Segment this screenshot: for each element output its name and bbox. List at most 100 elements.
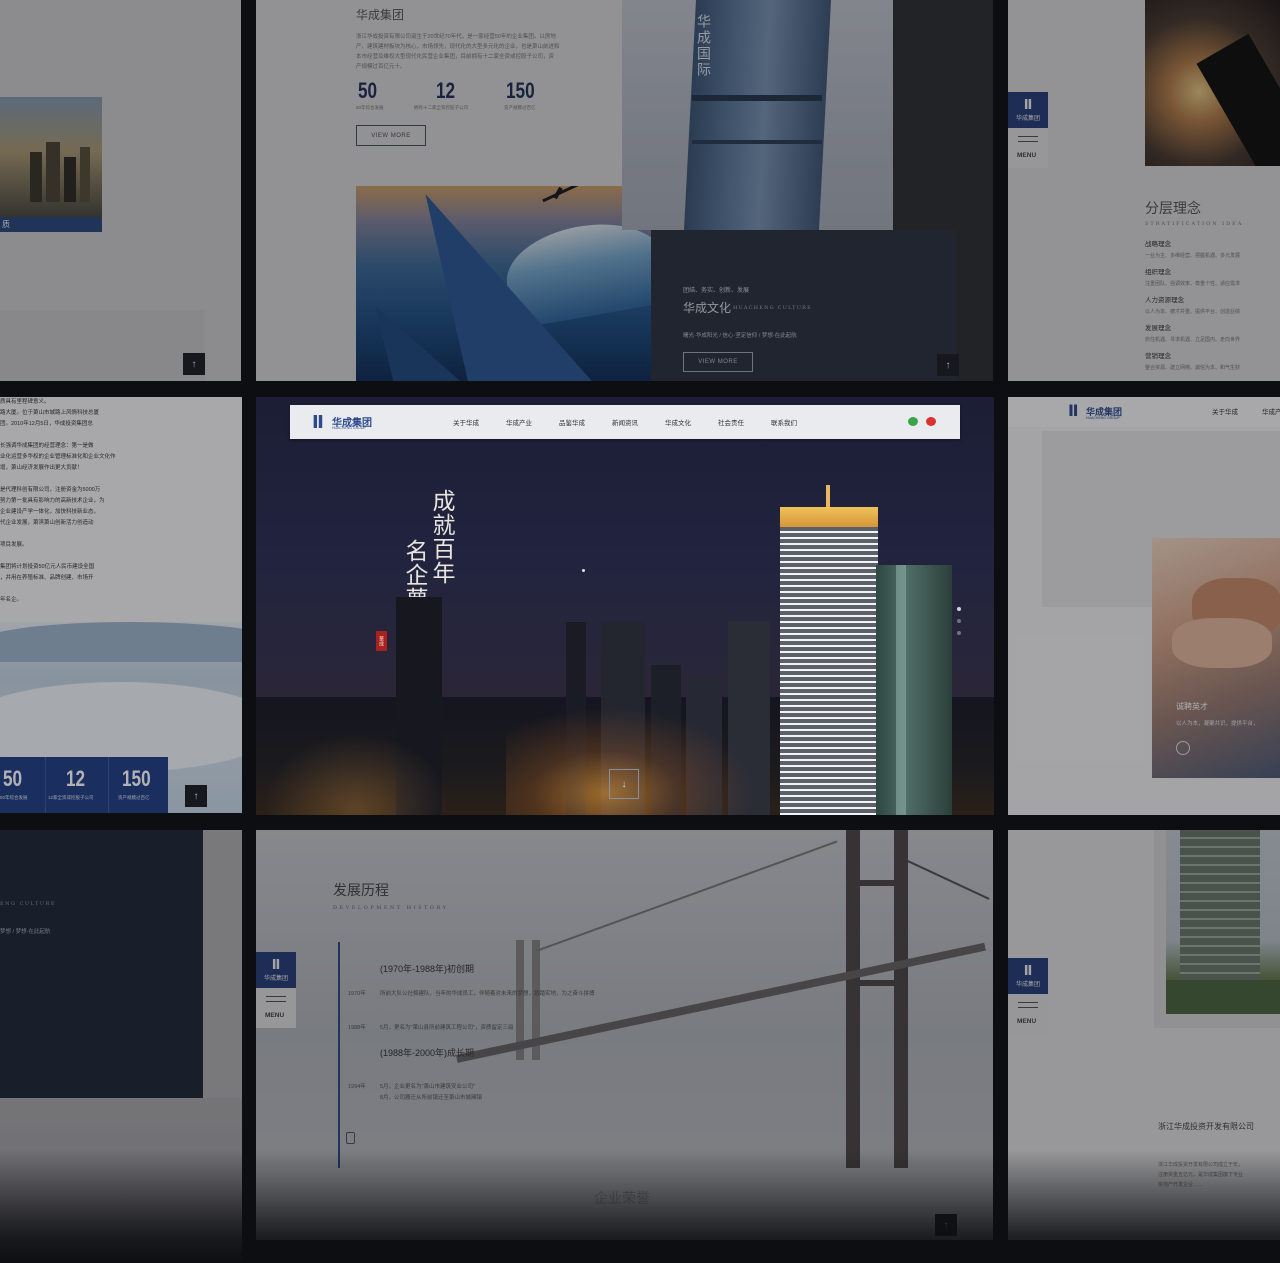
culture-tagline: 团结、务实、创新、发展 [683,288,750,294]
stat-number: 150 [506,78,535,103]
stat-label: 12家全资或控股子公司 [48,795,94,800]
moon [582,569,585,572]
side-menu-tab[interactable]: Ⅱ 华成集团 MENU [1008,92,1048,168]
logo-icon: Ⅱ [271,957,281,972]
menu-logo: Ⅱ 华成集团 [1008,958,1048,994]
history-text: 质具有里程碑意义。 路大厦。位于萧山市城路上风情科技总厦 团。2010年12月5… [0,399,116,603]
culture-en: HUACHENG CULTURE [733,305,812,311]
arrow-down-icon: ↓ [621,778,627,790]
sky-strip [0,1098,242,1263]
history-en: DEVELOPMENT HISTORY [333,905,449,911]
honor-title: 企业荣誉 [594,1190,650,1206]
wechat-icon[interactable] [908,417,918,426]
history-title: 发展历程 [333,882,389,898]
stat-number: 50 [3,766,23,791]
recruit-more-icon[interactable] [1176,741,1190,755]
nav-item[interactable]: 新闻资讯 [612,417,638,427]
sunset-photo [1145,0,1280,166]
event-year: 1970年 [348,991,366,997]
logo-icon: Ⅱ [312,412,324,432]
tower-sign: 华成国际 [696,14,712,78]
city-photo-caption: 质 [2,220,10,229]
arrow-up-icon: ↑ [193,790,199,802]
culture-motto: 曙光·华成阳光 / 信心·坚定信仰 / 梦想·在此起航 [683,333,797,339]
timeline-line [338,942,340,1168]
menu-label: MENU [1017,152,1037,159]
nav-item[interactable]: 华成文化 [665,417,691,427]
back-to-top-button[interactable]: ↑ [185,785,207,807]
stat-label: 50年综合发展 [356,105,384,110]
recruit-card[interactable]: 诚聘英才 以人为本，凝聚共识，提供平台， [1152,538,1280,778]
tile-top-right: Ⅱ 华成集团 MENU 分层理念 STRATIFICATION IDEA 战略理… [1008,0,1280,381]
city-photo-caption-bar: 质 [0,217,102,232]
intro-title: 华成集团 [356,8,405,22]
culture-motto: 梦想 / 梦想·在此起航 [0,929,51,935]
nav-item[interactable]: 品鉴华成 [559,417,585,427]
event-text: 5月，更名为"萧山县所前建筑工程公司"，资质留定三级 [380,1025,514,1031]
company-name: 浙江华成投资开发有限公司 [1158,1122,1254,1131]
sailing-photo [356,186,651,381]
apartment-photo [1166,830,1280,1014]
tile-bottom-left: ENG CULTURE 梦想 / 梦想·在此起航 [0,830,242,1263]
nav-item[interactable]: 关于华成 [453,417,479,427]
logo-icon: Ⅱ [1023,97,1033,112]
tile-middle-right: Ⅱ 华成集团 HUACHENG GROUP 关于华成 华成产 诚聘英才 以人为本… [1008,397,1280,815]
nav-item[interactable]: 华成产业 [506,417,532,427]
right-navbar: Ⅱ 华成集团 HUACHENG GROUP 关于华成 华成产 [1008,397,1280,427]
tile-bottom-right: Ⅱ 华成集团 MENU 浙江华成投资开发有限公司 浙江华成投资开发有限公司成立于… [1008,830,1280,1240]
recruit-desc: 以人为本，凝聚共识，提供平台， [1176,721,1259,727]
culture-title: 华成文化 [683,301,732,315]
slide-dots[interactable] [956,607,962,647]
lit-tower [780,485,878,815]
side-menu-tab[interactable]: Ⅱ 华成集团 MENU [1008,958,1048,1034]
side-menu-tab[interactable]: Ⅱ 华成集团 MENU [256,952,296,1028]
event-year: 1988年 [348,1025,366,1031]
weibo-icon[interactable] [926,417,936,426]
stat-label: 50年综合发展 [0,795,28,800]
arrow-up-icon: ↑ [191,358,197,370]
nav-item[interactable]: 关于华成 [1212,406,1238,416]
back-to-top-button[interactable]: ↑ [935,1214,957,1236]
event-text: 8月，公司搬迁从所前镇迁至萧山市城厢镇 [380,1095,483,1101]
tile-hero: Ⅱ 华成集团 HUACHENG GROUP 关于华成 华成产业 品鉴华成 新闻资… [256,397,994,815]
dark-culture-panel: ENG CULTURE 梦想 / 梦想·在此起航 [0,830,203,1098]
event-year: 1994年 [348,1084,366,1090]
back-to-top-button[interactable]: ↑ [183,353,205,375]
tile-top-center: 华成集团 浙江华成投资有限公司诞生于20世纪70年代，是一家经营50年的企业集团… [256,0,993,381]
logo-icon: Ⅱ [1068,403,1079,420]
event-text: 5月，企业更名为"萧山市建筑安业公司" [380,1084,475,1090]
culture-panel: 团结、务实、创新、发展 华成文化 HUACHENG CULTURE 曙光·华成阳… [651,230,956,381]
stat-number: 12 [66,766,86,791]
culture-en: ENG CULTURE [0,901,57,907]
menu-label: MENU [265,1012,285,1019]
back-to-top-button[interactable]: ↑ [937,354,959,376]
logo-icon: Ⅱ [1023,963,1033,978]
scroll-handle[interactable] [346,1132,355,1144]
nav-item[interactable]: 社会责任 [718,417,744,427]
stats-bar: 50 50年综合发展 12 12家全资或控股子公司 150 资产规模过百亿 [0,757,168,813]
stratification-title: 分层理念 [1145,200,1201,216]
era-title: (1970年-1988年)初创期 [380,964,475,974]
stat-number: 50 [358,78,378,103]
nav-item[interactable]: 华成产 [1262,406,1280,416]
tile-history: 发展历程 DEVELOPMENT HISTORY (1970年-1988年)初创… [256,830,993,1240]
stratification-list: 战略理念 一业为主、多维经营、把握机遇、多元发展 组织理念 注重团队、强调效率、… [1145,241,1241,371]
city-photo [0,97,102,217]
view-more-button[interactable]: VIEW MORE [356,125,426,146]
event-text: 所前大队公社棉建队，当年的华成员工，伴随着对未来的梦想，踏踏实地，为之奋斗拼搏 [380,991,595,997]
tower-photo: 华成国际 [622,0,893,230]
menu-label: MENU [1017,1018,1037,1025]
arrow-up-icon: ↑ [943,1219,949,1231]
scroll-down-indicator[interactable]: ↓ [609,769,639,799]
nav-item[interactable]: 联系我们 [771,417,797,427]
stat-label: 资产规模过百亿 [118,795,150,800]
logo[interactable]: Ⅱ 华成集团 HUACHENG GROUP [312,412,392,434]
culture-view-more-button[interactable]: VIEW MORE [683,352,753,372]
stats-row: 50 50年综合发展 12 拥有十二家全资控股子公司 150 资产规模过百亿 [356,78,616,118]
bridge-photo [456,830,993,1168]
menu-logo: Ⅱ 华成集团 [1008,92,1048,128]
menu-logo: Ⅱ 华成集团 [256,952,296,988]
tile-top-left: 质 ↑ [0,0,241,381]
nav-links: 关于华成 华成产业 品鉴华成 新闻资讯 华成文化 社会责任 联系我们 [453,417,813,429]
tile-middle-left: 质具有里程碑意义。 路大厦。位于萧山市城路上风情科技总厦 团。2010年12月5… [0,397,242,813]
